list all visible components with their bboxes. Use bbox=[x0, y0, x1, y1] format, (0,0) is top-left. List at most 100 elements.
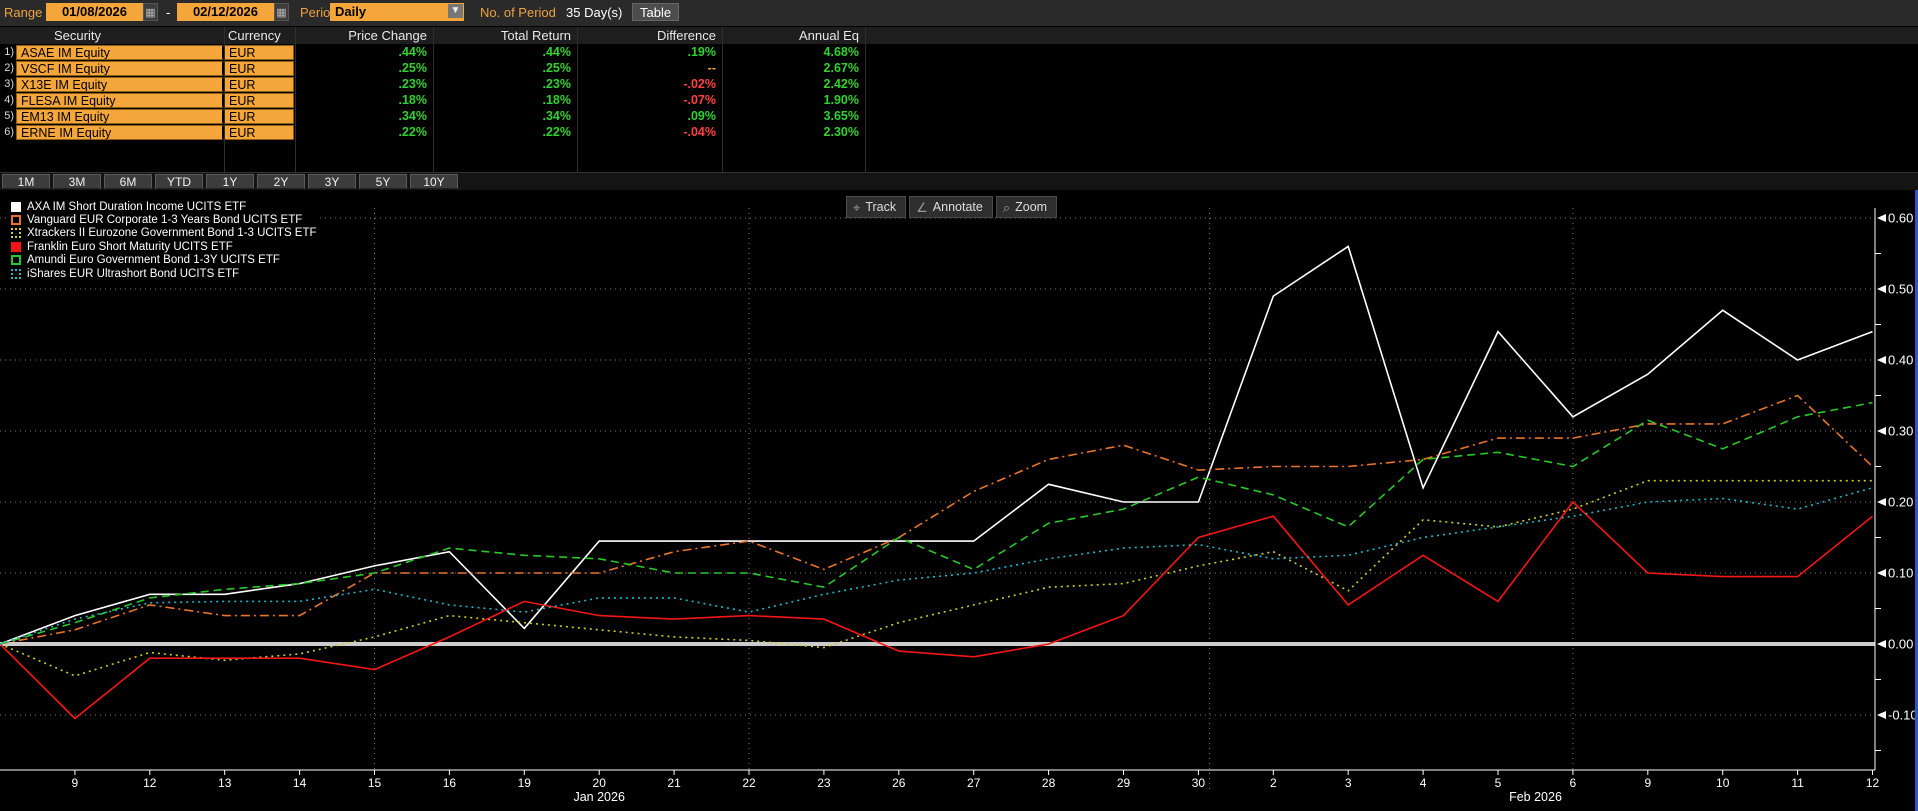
row-number: 1) bbox=[0, 45, 16, 60]
num-period-label: No. of Period bbox=[480, 5, 556, 20]
tab-3y[interactable]: 3Y bbox=[308, 174, 356, 189]
chevron-down-icon[interactable]: ▼ bbox=[448, 4, 463, 18]
table-header-row: Security Currency Price Change Total Ret… bbox=[0, 27, 1918, 45]
x-tick-label: 30 bbox=[1192, 776, 1206, 790]
security-cell[interactable]: FLESA IM Equity bbox=[16, 93, 224, 108]
table-row: 1)ASAE IM EquityEUR.44%.44%.19%4.68% bbox=[0, 45, 1918, 60]
tab-5y[interactable]: 5Y bbox=[359, 174, 407, 189]
col-header-total-return: Total Return bbox=[433, 27, 577, 44]
y-tick-arrow bbox=[1877, 640, 1886, 648]
table-row: 4)FLESA IM EquityEUR.18%.18%-.07%1.90% bbox=[0, 93, 1918, 108]
currency-cell[interactable]: EUR bbox=[224, 125, 294, 140]
series-line-2 bbox=[0, 481, 1873, 676]
row-number: 3) bbox=[0, 77, 16, 92]
tab-ytd[interactable]: YTD bbox=[155, 174, 203, 189]
currency-cell[interactable]: EUR bbox=[224, 77, 294, 92]
tab-6m[interactable]: 6M bbox=[104, 174, 152, 189]
security-cell[interactable]: X13E IM Equity bbox=[16, 77, 224, 92]
legend-label: Xtrackers II Eurozone Government Bond 1-… bbox=[27, 227, 317, 239]
zoom-icon: ⌕ bbox=[1003, 198, 1010, 217]
table-body: 1)ASAE IM EquityEUR.44%.44%.19%4.68%2)VS… bbox=[0, 45, 1918, 140]
annotate-button[interactable]: ∠Annotate bbox=[909, 196, 993, 218]
track-button[interactable]: ⌖Track bbox=[846, 196, 906, 218]
tab-1m[interactable]: 1M bbox=[2, 174, 50, 189]
column-separator bbox=[295, 27, 296, 172]
x-tick-label: 3 bbox=[1345, 776, 1352, 790]
legend-label: Vanguard EUR Corporate 1-3 Years Bond UC… bbox=[27, 214, 302, 226]
annual-eq-cell: 3.65% bbox=[722, 109, 865, 124]
security-cell[interactable]: EM13 IM Equity bbox=[16, 109, 224, 124]
security-cell[interactable]: VSCF IM Equity bbox=[16, 61, 224, 76]
securities-table: Security Currency Price Change Total Ret… bbox=[0, 27, 1918, 141]
table-view-button[interactable]: Table bbox=[632, 3, 679, 21]
legend-swatch-icon bbox=[11, 269, 21, 279]
y-tick-label: 0.30 bbox=[1888, 424, 1913, 439]
control-bar: Range 01/08/2026 ▦ - 02/12/2026 ▦ Period… bbox=[0, 0, 1918, 26]
difference-cell: .19% bbox=[577, 45, 722, 60]
difference-cell: -- bbox=[577, 61, 722, 76]
annual-eq-cell: 1.90% bbox=[722, 93, 865, 108]
currency-cell[interactable]: EUR bbox=[224, 93, 294, 108]
x-tick-label: 15 bbox=[368, 776, 382, 790]
legend-swatch-icon bbox=[11, 242, 21, 252]
y-tick-label: 0.20 bbox=[1888, 495, 1913, 510]
row-number: 2) bbox=[0, 61, 16, 76]
tab-2y[interactable]: 2Y bbox=[257, 174, 305, 189]
comparative-returns-screen: Range 01/08/2026 ▦ - 02/12/2026 ▦ Period… bbox=[0, 0, 1918, 811]
currency-cell[interactable]: EUR bbox=[224, 61, 294, 76]
month-label: Jan 2026 bbox=[573, 790, 624, 804]
x-tick-label: 23 bbox=[817, 776, 831, 790]
range-dash: - bbox=[166, 5, 170, 20]
y-tick-arrow bbox=[1877, 498, 1886, 506]
period-select[interactable]: Daily ▼ bbox=[330, 3, 464, 21]
y-tick-label: 0.60 bbox=[1888, 211, 1913, 226]
annotate-icon: ∠ bbox=[916, 198, 928, 217]
price-change-cell: .44% bbox=[294, 45, 433, 60]
security-cell[interactable]: ASAE IM Equity bbox=[16, 45, 224, 60]
column-separator bbox=[433, 27, 434, 172]
x-tick-label: 26 bbox=[892, 776, 906, 790]
total-return-cell: .23% bbox=[433, 77, 577, 92]
x-tick-label: 9 bbox=[1644, 776, 1651, 790]
y-tick-arrow bbox=[1877, 569, 1886, 577]
tab-3m[interactable]: 3M bbox=[53, 174, 101, 189]
row-number: 5) bbox=[0, 109, 16, 124]
y-tick-label: 0.00 bbox=[1888, 637, 1913, 652]
y-tick-arrow bbox=[1877, 285, 1886, 293]
y-tick-label: -0.10 bbox=[1888, 708, 1918, 723]
range-tab-bar: 1M3M6MYTD1Y2Y3Y5Y10Y bbox=[0, 172, 1918, 192]
price-change-cell: .25% bbox=[294, 61, 433, 76]
security-cell[interactable]: ERNE IM Equity bbox=[16, 125, 224, 140]
calendar-icon[interactable]: ▦ bbox=[274, 3, 289, 21]
currency-cell[interactable]: EUR bbox=[224, 45, 294, 60]
currency-cell[interactable]: EUR bbox=[224, 109, 294, 124]
series-line-5 bbox=[0, 488, 1873, 644]
legend-label: AXA IM Short Duration Income UCITS ETF bbox=[27, 201, 246, 213]
col-header-currency: Currency bbox=[224, 27, 294, 44]
x-tick-label: 12 bbox=[1866, 776, 1880, 790]
range-start-input[interactable]: 01/08/2026 bbox=[46, 3, 143, 21]
total-return-cell: .18% bbox=[433, 93, 577, 108]
zoom-button[interactable]: ⌕Zoom bbox=[996, 196, 1057, 218]
legend-item: Amundi Euro Government Bond 1-3Y UCITS E… bbox=[11, 254, 317, 267]
legend-item: iShares EUR Ultrashort Bond UCITS ETF bbox=[11, 267, 317, 280]
chart-legend: AXA IM Short Duration Income UCITS ETFVa… bbox=[8, 199, 320, 281]
x-tick-label: 4 bbox=[1420, 776, 1427, 790]
price-change-cell: .34% bbox=[294, 109, 433, 124]
calendar-icon[interactable]: ▦ bbox=[143, 3, 158, 21]
range-end-input[interactable]: 02/12/2026 bbox=[177, 3, 274, 21]
x-tick-label: 20 bbox=[593, 776, 607, 790]
tab-1y[interactable]: 1Y bbox=[206, 174, 254, 189]
period-value: Daily bbox=[335, 4, 366, 19]
tab-10y[interactable]: 10Y bbox=[410, 174, 458, 189]
y-tick-arrow bbox=[1877, 711, 1886, 719]
column-separator bbox=[722, 27, 723, 172]
track-icon: ⌖ bbox=[853, 198, 860, 217]
x-tick-label: 11 bbox=[1791, 776, 1804, 790]
column-separator bbox=[224, 27, 225, 172]
series-line-4 bbox=[0, 403, 1873, 644]
legend-swatch-icon bbox=[11, 202, 21, 212]
x-tick-label: 2 bbox=[1270, 776, 1277, 790]
num-period-value: 35 Day(s) bbox=[566, 5, 622, 20]
total-return-cell: .34% bbox=[433, 109, 577, 124]
